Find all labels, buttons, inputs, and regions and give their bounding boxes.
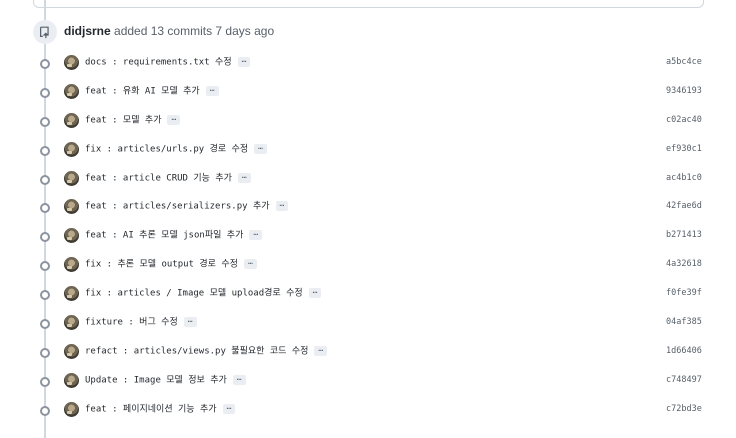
commit-row: docs : requirements.txt 수정 … a5bc4ce [0,50,736,79]
commit-message-link[interactable]: feat : article CRUD 기능 추가 [85,173,232,183]
commit-node-icon [40,347,50,358]
commit-sha-link[interactable]: 04af385 [666,317,702,328]
expand-message-button[interactable]: … [232,373,246,385]
commit-message-link[interactable]: fix : articles/urls.py 경로 수정 [85,144,248,154]
commit-message-link[interactable]: feat : 모델 추가 [85,115,161,125]
commit-sha-link[interactable]: ef930c1 [666,144,702,155]
commit-message-link[interactable]: fix : 추론 모델 output 경로 수정 [85,260,238,270]
expand-message-button[interactable]: … [237,171,251,183]
commit-node-icon [40,319,50,330]
commit-message-link[interactable]: feat : 유화 AI 모델 추가 [85,86,200,96]
commit-message-link[interactable]: docs : requirements.txt 수정 [85,58,232,68]
commit-row: feat : articles/serializers.py 추가 … 42fae6… [0,194,736,223]
commit-row: Update : Image 모델 정보 추가 … c748497 [0,368,736,397]
previous-timeline-card [33,0,704,8]
avatar[interactable] [64,83,79,99]
commit-message: Update : Image 모델 정보 추가 … [85,373,246,387]
expand-message-button[interactable]: … [275,200,289,212]
avatar[interactable] [64,286,79,302]
commit-sha-link[interactable]: 4a32618 [666,259,702,270]
commit-sha-link[interactable]: b271413 [666,230,702,241]
commit-row: feat : article CRUD 기능 추가 … ac4b1c0 [0,166,736,195]
expand-message-button[interactable]: … [222,402,236,414]
commit-message-link[interactable]: feat : 페이지네이션 기능 추가 [85,404,217,414]
commit-sha-link[interactable]: c02ac40 [666,115,702,126]
commit-sha-link[interactable]: c748497 [666,375,702,386]
expand-message-button[interactable]: … [314,344,328,356]
commit-message: feat : 모델 추가 … [85,113,181,127]
commit-message-link[interactable]: feat : articles/serializers.py 추가 [85,202,270,212]
avatar[interactable] [64,55,79,70]
expand-message-button[interactable]: … [237,56,251,67]
commit-row: feat : 모델 추가 … c02ac40 [0,108,736,137]
commit-sha-link[interactable]: f0fe39f [666,288,702,299]
avatar[interactable] [64,315,79,331]
commit-message: feat : articles/serializers.py 추가 … [85,200,289,213]
commit-sha-link[interactable]: c72bd3e [666,404,702,415]
commit-message: refact : articles/views.py 불필요한 코드 수정 … [85,344,328,358]
commit-sha-link[interactable]: a5bc4ce [666,57,702,68]
commit-sha-link[interactable]: 1d66406 [666,346,702,357]
push-event-header: didjsrne added 13 commits 7 days ago [64,24,274,38]
commit-node-icon [40,232,50,243]
commit-message: fix : articles / Image 모델 upload경로 수정 … [85,287,322,300]
expand-message-button[interactable]: … [254,142,267,154]
avatar[interactable] [64,199,79,215]
commit-row: fix : articles/urls.py 경로 수정 … ef930c1 [0,137,736,166]
commit-sha-link[interactable]: ac4b1c0 [666,173,702,184]
expand-message-button[interactable]: … [167,113,181,125]
commit-message: fix : articles/urls.py 경로 수정 … [85,142,267,156]
commit-message-link[interactable]: fixture : 버그 수정 [85,318,178,328]
avatar[interactable] [64,228,79,244]
commit-row: feat : 유화 AI 모델 추가 … 9346193 [0,79,736,108]
commit-node-icon [40,116,50,127]
avatar[interactable] [64,372,79,388]
commit-sha-link[interactable]: 42fae6d [666,201,702,212]
commit-sha-link[interactable]: 9346193 [666,86,702,97]
avatar[interactable] [64,170,79,186]
avatar[interactable] [64,141,79,157]
commit-node-icon [40,59,50,69]
commit-message-link[interactable]: fix : articles / Image 모델 upload경로 수정 [85,289,303,299]
expand-message-button[interactable]: … [249,229,263,241]
commit-message: feat : 유화 AI 모델 추가 … [85,84,219,98]
commit-message: feat : AI 추론 모델 json파일 추가 … [85,229,263,242]
commit-message: docs : requirements.txt 수정 … [85,56,251,69]
commit-list: docs : requirements.txt 수정 … a5bc4ce feat :… [0,50,736,426]
commit-message: feat : article CRUD 기능 추가 … [85,171,251,185]
commit-node-icon [40,405,50,416]
push-event-text: added 13 commits 7 days ago [114,24,275,38]
commit-row: fix : 추론 모델 output 경로 수정 … 4a32618 [0,252,736,281]
commit-row: refact : articles/views.py 불필요한 코드 수정 … 1d… [0,339,736,368]
repo-push-icon [33,20,57,44]
avatar[interactable] [64,257,79,273]
commit-message: fix : 추론 모델 output 경로 수정 … [85,258,257,271]
commit-row: fixture : 버그 수정 … 04af385 [0,310,736,339]
commit-message-link[interactable]: feat : AI 추론 모델 json파일 추가 [85,231,243,241]
commit-node-icon [40,203,50,214]
avatar[interactable] [64,112,79,128]
avatar[interactable] [64,343,79,359]
commit-node-icon [40,145,50,156]
commit-node-icon [40,290,50,301]
commit-row: feat : 페이지네이션 기능 추가 … c72bd3e [0,397,736,426]
expand-message-button[interactable]: … [308,287,322,299]
commit-row: feat : AI 추론 모델 json파일 추가 … b271413 [0,223,736,252]
author-link[interactable]: didjsrne [64,24,111,38]
commit-message: feat : 페이지네이션 기능 추가 … [85,402,236,416]
expand-message-button[interactable]: … [205,84,219,96]
avatar[interactable] [64,401,79,417]
commit-node-icon [40,87,50,98]
expand-message-button[interactable]: … [183,316,197,328]
expand-message-button[interactable]: … [243,258,257,270]
commit-message-link[interactable]: refact : articles/views.py 불필요한 코드 수정 [85,346,308,356]
commit-message-link[interactable]: Update : Image 모델 정보 추가 [85,375,227,385]
commit-node-icon [40,261,50,272]
commit-node-icon [40,376,50,387]
commit-message: fixture : 버그 수정 … [85,316,197,329]
commit-row: fix : articles / Image 모델 upload경로 수정 … f0… [0,281,736,310]
commit-node-icon [40,174,50,185]
